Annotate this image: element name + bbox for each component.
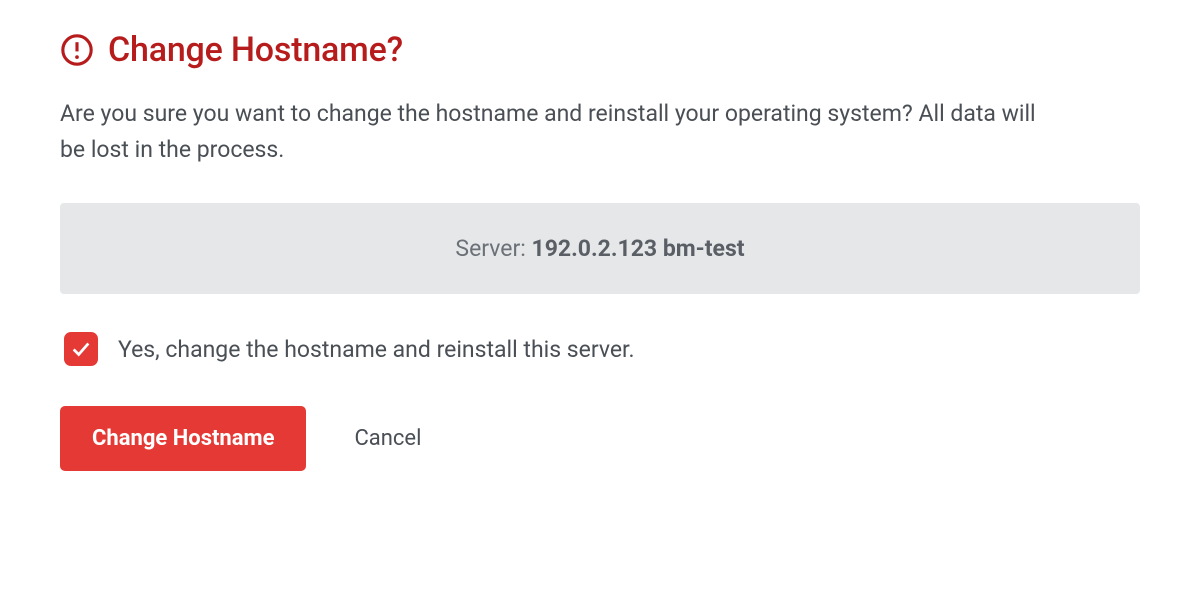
server-banner: Server: 192.0.2.123 bm-test xyxy=(60,203,1140,294)
dialog-header: Change Hostname? xyxy=(60,30,1140,70)
confirm-checkbox[interactable] xyxy=(64,332,98,366)
change-hostname-dialog: Change Hostname? Are you sure you want t… xyxy=(60,30,1140,471)
change-hostname-button[interactable]: Change Hostname xyxy=(60,406,306,471)
check-icon xyxy=(70,338,92,360)
confirm-checkbox-label[interactable]: Yes, change the hostname and reinstall t… xyxy=(118,336,635,363)
dialog-message: Are you sure you want to change the host… xyxy=(60,96,1060,167)
dialog-title: Change Hostname? xyxy=(108,30,403,70)
server-value: 192.0.2.123 bm-test xyxy=(532,235,745,262)
alert-circle-icon xyxy=(60,33,94,67)
server-label: Server: xyxy=(455,235,531,262)
dialog-actions: Change Hostname Cancel xyxy=(60,406,1140,471)
confirm-row: Yes, change the hostname and reinstall t… xyxy=(60,332,1140,366)
cancel-button[interactable]: Cancel xyxy=(354,426,421,451)
